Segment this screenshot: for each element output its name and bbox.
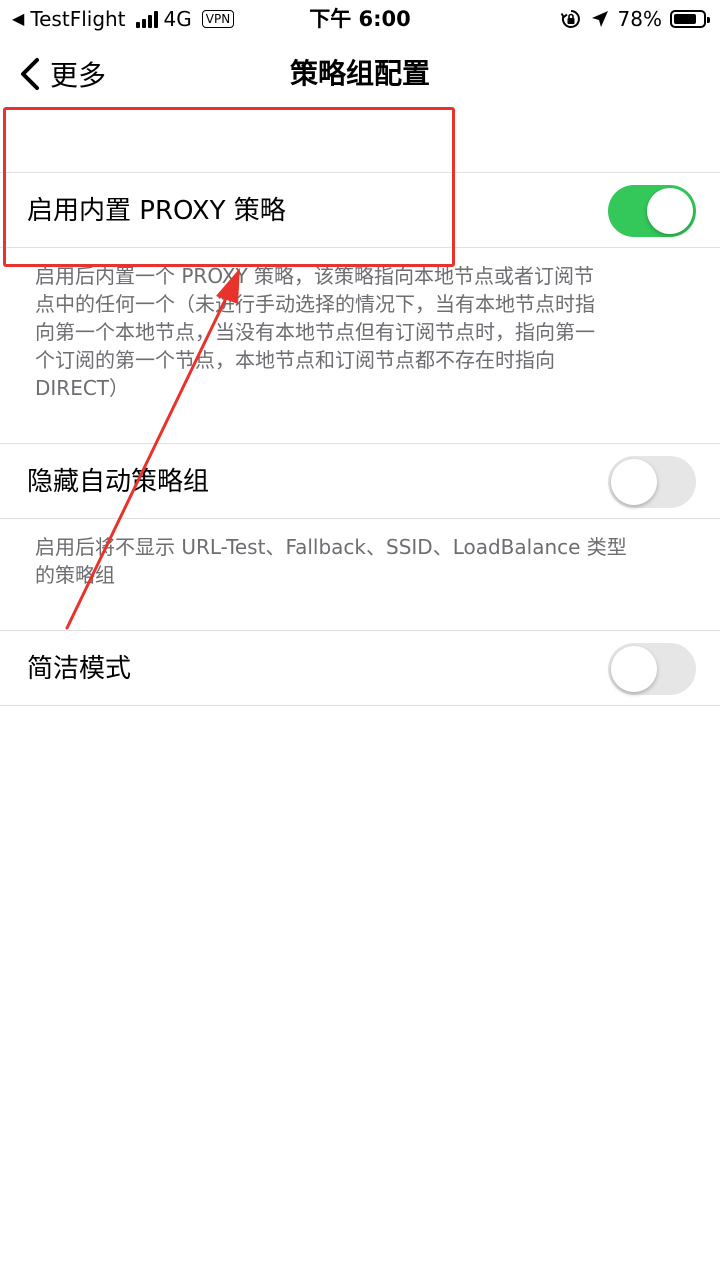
toggle-knob	[611, 646, 657, 692]
orientation-lock-icon	[560, 10, 580, 28]
simple-mode-toggle[interactable]	[608, 643, 696, 695]
description-line: DIRECT）	[35, 376, 130, 400]
toggle-knob	[611, 459, 657, 505]
location-arrow-icon	[591, 11, 608, 27]
setting-label: 简洁模式	[27, 654, 132, 684]
description-line: 点中的任何一个（未进行手动选择的情况下，当有本地节点时指	[35, 292, 595, 316]
description-line: 启用后将不显示 URL-Test、Fallback、SSID、LoadBalan…	[35, 535, 627, 559]
setting-label: 启用内置 PROXY 策略	[27, 196, 286, 226]
setting-description-builtin-proxy: 启用后内置一个 PROXY 策略，该策略指向本地节点或者订阅节 点中的任何一个（…	[35, 262, 695, 402]
setting-row-simple-mode: 简洁模式	[0, 630, 720, 706]
hide-auto-groups-toggle[interactable]	[608, 456, 696, 508]
description-line: 启用后内置一个 PROXY 策略，该策略指向本地节点或者订阅节	[35, 264, 595, 288]
battery-percent: 78%	[617, 7, 662, 31]
setting-label: 隐藏自动策略组	[27, 467, 210, 497]
description-line: 的策略组	[35, 563, 115, 587]
builtin-proxy-toggle[interactable]	[608, 185, 696, 237]
navigation-bar: 更多 策略组配置	[0, 44, 720, 104]
battery-fill	[674, 14, 696, 24]
battery-icon	[670, 10, 710, 28]
toggle-knob	[647, 188, 693, 234]
setting-row-builtin-proxy: 启用内置 PROXY 策略	[0, 172, 720, 248]
battery-cap	[707, 17, 710, 23]
setting-description-hide-auto-groups: 启用后将不显示 URL-Test、Fallback、SSID、LoadBalan…	[35, 533, 695, 589]
setting-row-hide-auto-groups: 隐藏自动策略组	[0, 443, 720, 519]
page-title: 策略组配置	[289, 57, 430, 90]
screen: ◀ TestFlight 4G VPN 下午 6:00 78% 更多 策略组配置…	[0, 0, 720, 1280]
status-bar: ◀ TestFlight 4G VPN 下午 6:00 78%	[0, 0, 720, 38]
description-line: 向第一个本地节点，当没有本地节点但有订阅节点时，指向第一	[35, 320, 595, 344]
description-line: 个订阅的第一个节点，本地节点和订阅节点都不存在时指向	[35, 348, 555, 372]
status-bar-right: 78%	[560, 0, 710, 38]
